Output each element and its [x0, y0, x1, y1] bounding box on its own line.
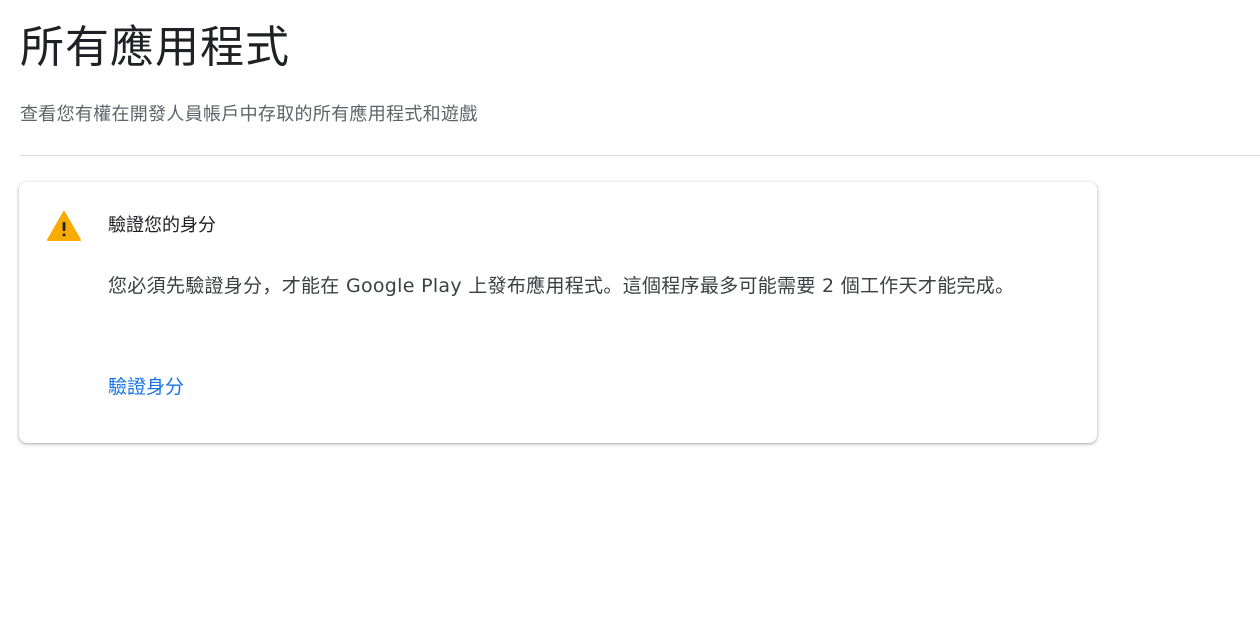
- card-title: 驗證您的身分: [108, 215, 216, 236]
- verify-identity-card: 驗證您的身分 您必須先驗證身分，才能在 Google Play 上發布應用程式。…: [19, 182, 1097, 443]
- page-title: 所有應用程式: [20, 22, 290, 73]
- verify-identity-link[interactable]: 驗證身分: [108, 373, 184, 401]
- header-divider: [20, 155, 1260, 156]
- card-message: 您必須先驗證身分，才能在 Google Play 上發布應用程式。這個程序最多可…: [108, 275, 1015, 297]
- warning-icon: [47, 211, 81, 241]
- page-subtitle: 查看您有權在開發人員帳戶中存取的所有應用程式和遊戲: [20, 104, 478, 125]
- all-apps-page: 所有應用程式 查看您有權在開發人員帳戶中存取的所有應用程式和遊戲 驗證您的身分 …: [0, 0, 1260, 642]
